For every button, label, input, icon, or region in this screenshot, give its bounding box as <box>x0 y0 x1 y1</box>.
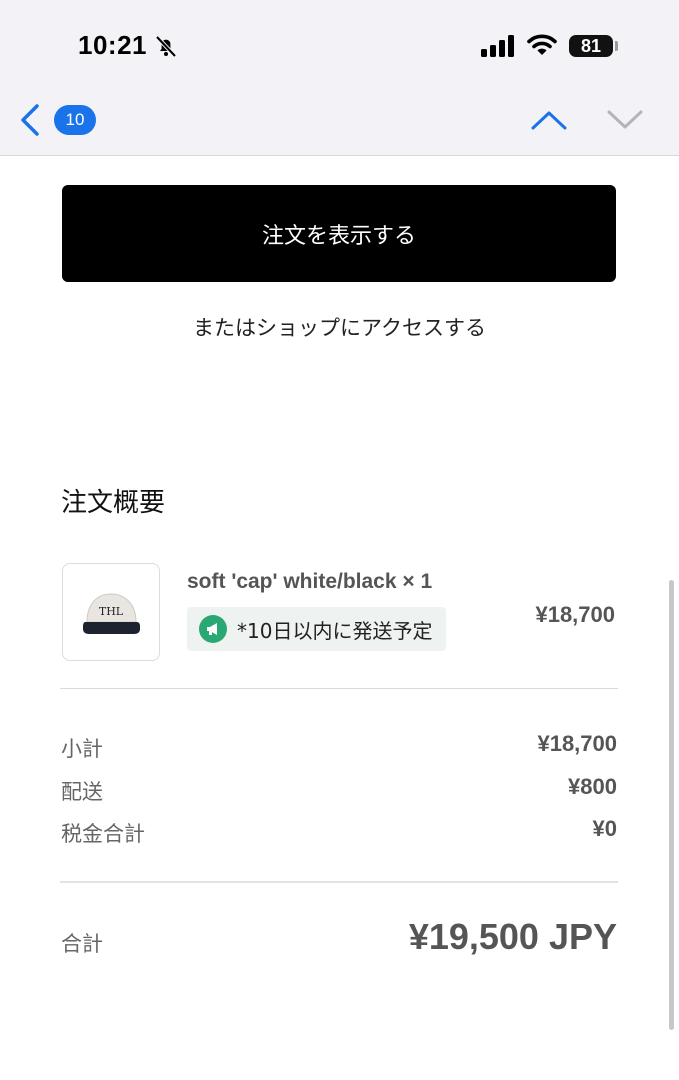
order-summary-title: 注文概要 <box>61 488 166 518</box>
bell-slash-icon <box>155 35 177 58</box>
megaphone-icon <box>199 615 227 643</box>
signal-icon <box>481 35 514 57</box>
cap-image: THL <box>83 593 140 634</box>
total-value: ¥19,500 JPY <box>408 916 617 957</box>
divider <box>60 688 618 689</box>
battery-tip <box>615 41 618 51</box>
subtotal-value: ¥18,700 <box>537 731 617 756</box>
unread-count-badge[interactable]: 10 <box>54 105 96 135</box>
scrollbar[interactable] <box>669 580 674 1030</box>
divider <box>60 881 618 883</box>
wifi-icon <box>527 34 557 55</box>
chevron-up-icon[interactable] <box>530 108 568 132</box>
total-label: 合計 <box>61 932 103 956</box>
visit-shop-link[interactable]: またはショップにアクセスする <box>0 312 679 342</box>
product-name: soft 'cap' white/black × 1 <box>187 570 433 593</box>
product-price: ¥18,700 <box>535 602 615 627</box>
view-order-button[interactable]: 注文を表示する <box>62 185 616 282</box>
shipping-value: ¥800 <box>568 774 617 799</box>
svg-text:THL: THL <box>99 605 124 618</box>
shipping-label: 配送 <box>61 780 103 804</box>
tax-label: 税金合計 <box>61 822 145 846</box>
chevron-left-icon[interactable] <box>18 103 42 137</box>
status-time: 10:21 <box>78 30 147 60</box>
tax-value: ¥0 <box>592 816 617 841</box>
product-thumbnail[interactable]: THL <box>62 563 160 661</box>
chevron-down-icon[interactable] <box>606 108 644 132</box>
top-bar: 10:21 81 10 <box>0 0 679 156</box>
shipping-note-badge: *10日以内に発送予定 <box>187 607 447 651</box>
shipping-note-text: *10日以内に発送予定 <box>237 618 433 643</box>
subtotal-label: 小計 <box>61 737 103 761</box>
battery-icon: 81 <box>569 35 613 57</box>
